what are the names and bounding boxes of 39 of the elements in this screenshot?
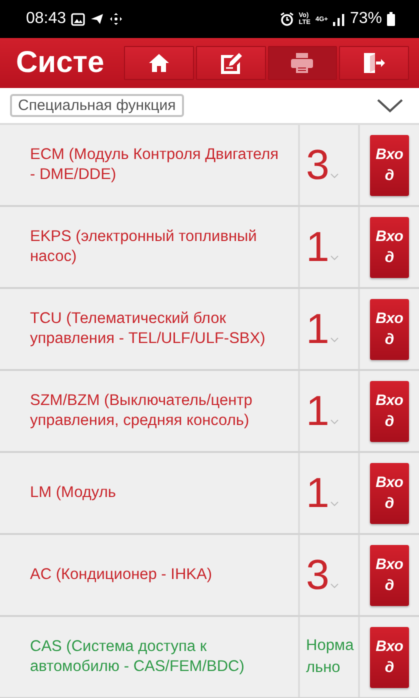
home-icon <box>148 53 170 73</box>
exit-icon <box>362 52 386 74</box>
filter-dropdown[interactable]: Специальная функция <box>10 94 184 117</box>
enter-button[interactable]: Вход <box>370 134 409 196</box>
home-button[interactable] <box>124 46 194 80</box>
status-text: Нормально <box>306 636 355 678</box>
enter-button[interactable]: Вход <box>370 544 409 606</box>
edit-icon <box>218 52 243 74</box>
battery-icon <box>387 12 395 26</box>
fault-count: 3 <box>306 554 330 596</box>
fault-count: 1 <box>306 226 330 268</box>
system-name: ECM (Модуль Контроля Двигателя - DME/DDE) <box>0 125 298 205</box>
move-icon <box>109 12 124 26</box>
image-icon <box>71 12 86 26</box>
clock: 08:43 <box>26 10 66 28</box>
system-name: EKPS (электронный топливный насос) <box>0 207 298 287</box>
send-icon <box>90 13 104 25</box>
enter-button[interactable]: Вход <box>370 626 409 688</box>
enter-button[interactable]: Вход <box>370 216 409 278</box>
edit-button[interactable] <box>196 46 266 80</box>
printer-icon <box>290 52 314 74</box>
system-name: CAS (Система доступа к автомобилю - CAS/FEM/BDC) <box>0 617 298 697</box>
exit-button[interactable] <box>339 46 409 80</box>
enter-button[interactable]: Вход <box>370 462 409 524</box>
chevron-down-icon[interactable] <box>377 98 403 112</box>
alarm-icon <box>280 12 294 26</box>
battery-percent: 73% <box>350 10 382 28</box>
enter-button[interactable]: Вход <box>370 380 409 442</box>
fault-count: 1 <box>306 390 330 432</box>
system-name: AC (Кондиционер - IHKA) <box>0 535 298 615</box>
fault-count: 1 <box>306 308 330 350</box>
app-title: Систе <box>16 46 106 80</box>
fault-count: 3 <box>306 144 330 186</box>
system-name: TCU (Телематический блок управления - TEL/ULF/ULF-SBX) <box>0 289 298 369</box>
fault-count: 1 <box>306 472 330 514</box>
signal-icon <box>332 12 345 26</box>
system-name: SZM/BZM (Выключатель/центр управления, средняя консоль) <box>0 371 298 451</box>
system-name: LM (Модуль <box>0 453 298 533</box>
enter-button[interactable]: Вход <box>370 298 409 360</box>
